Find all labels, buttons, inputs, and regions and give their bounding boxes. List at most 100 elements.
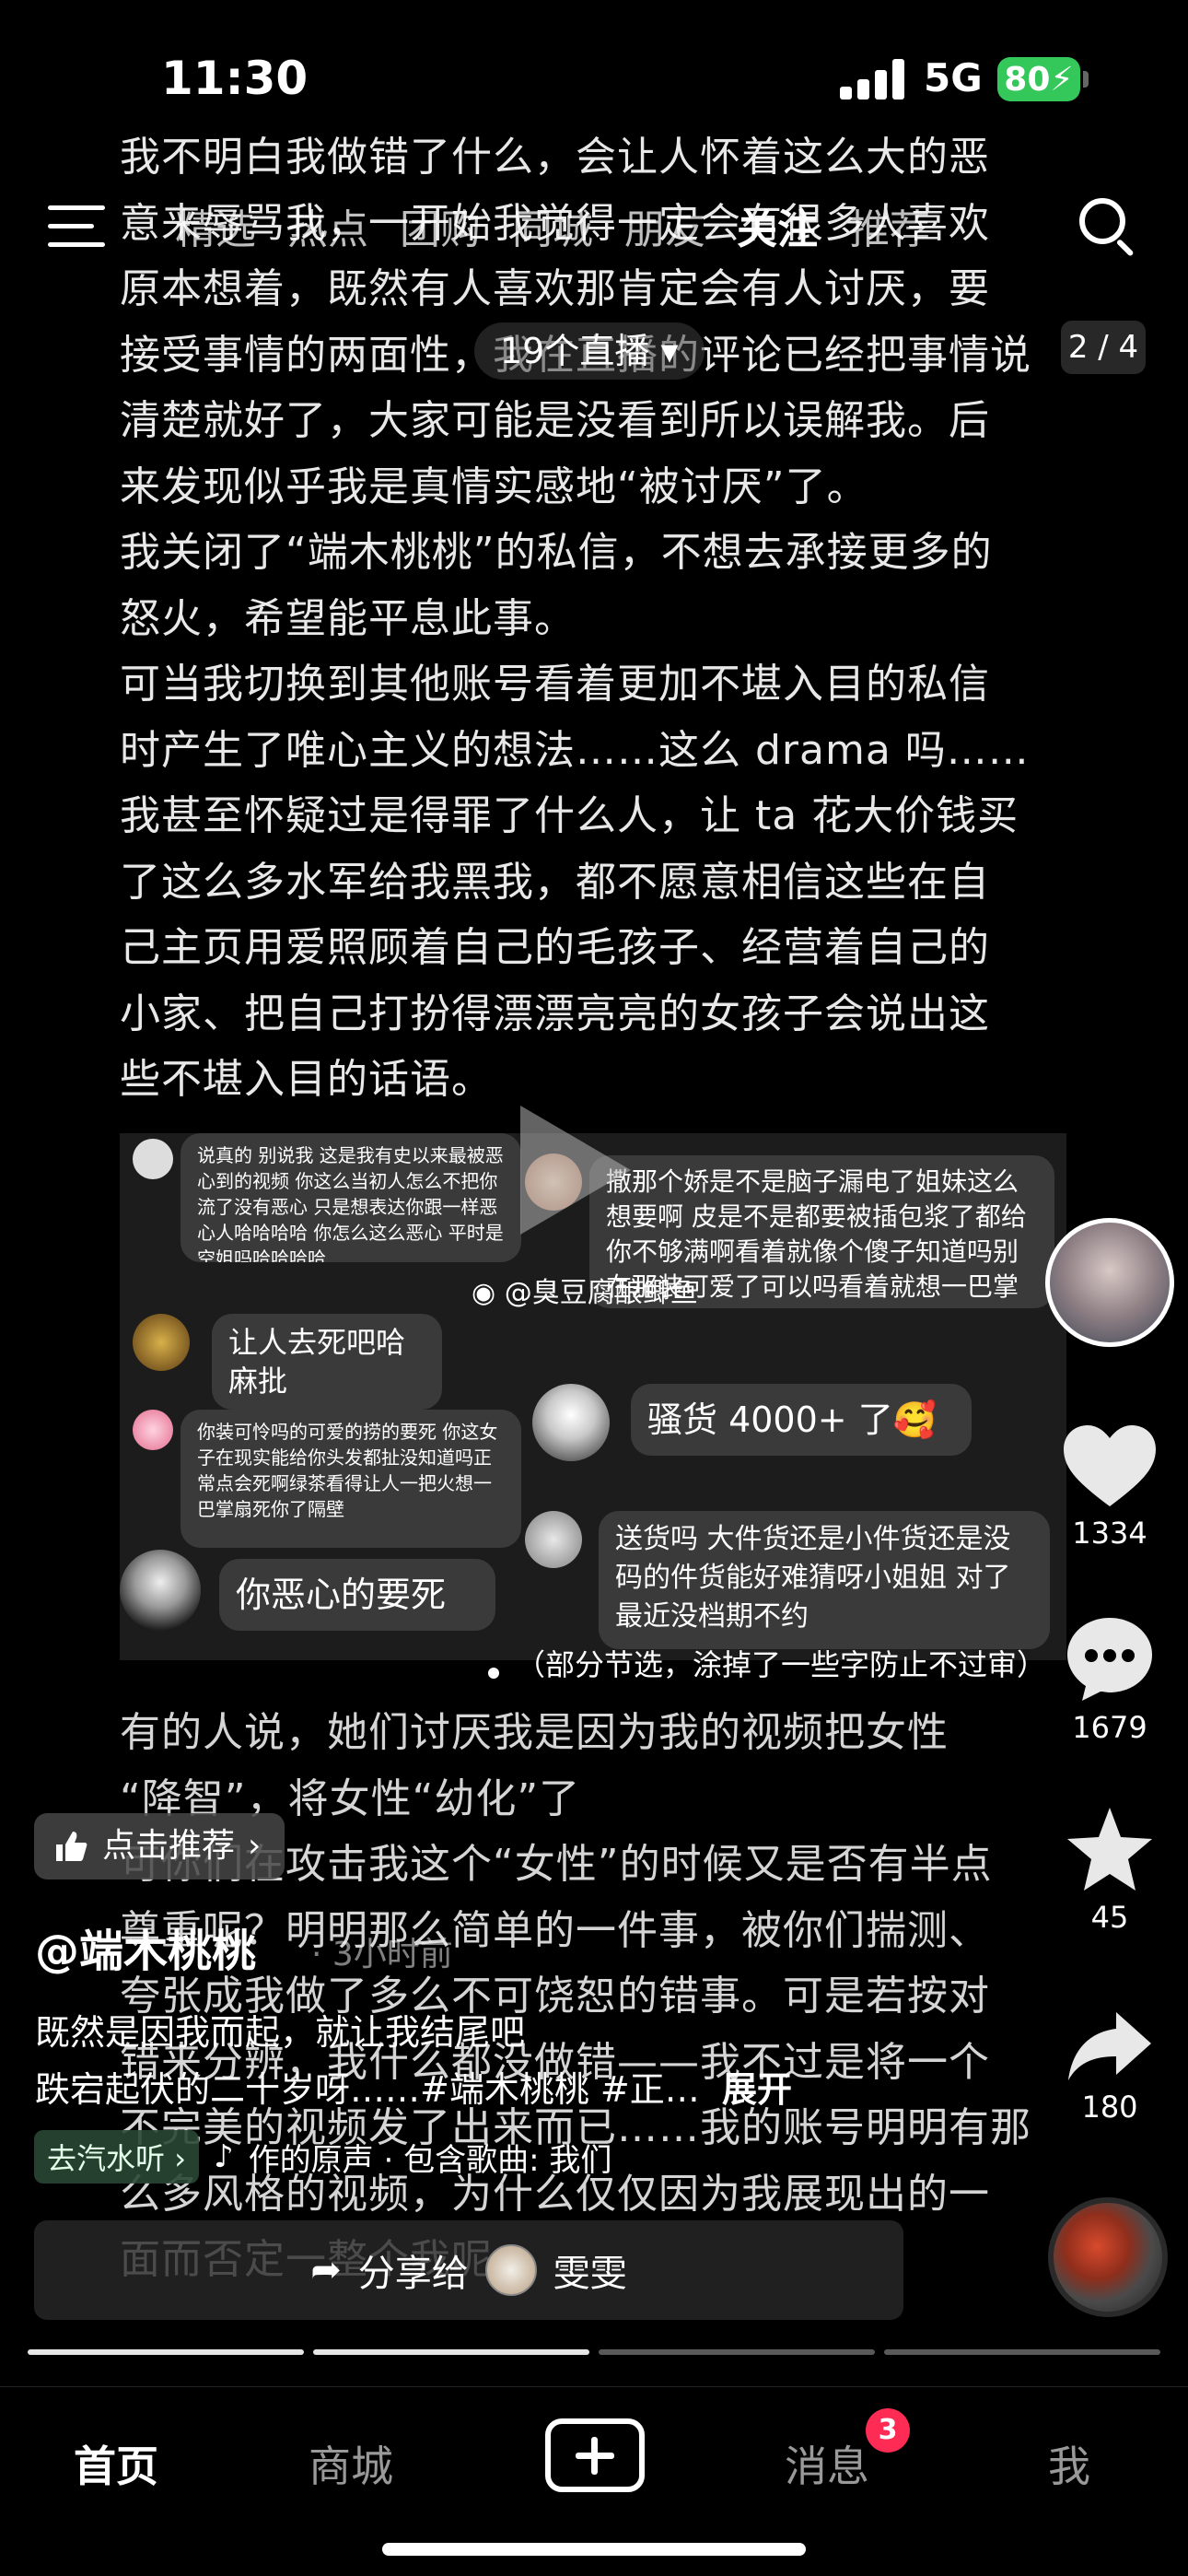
battery-cap: [1083, 71, 1089, 88]
weibo-icon: ◉: [472, 1277, 496, 1309]
commenter-avatar: [532, 1384, 610, 1461]
image-progress: [28, 2349, 1160, 2355]
commenter-avatar: [525, 1511, 582, 1568]
tab-5[interactable]: 关注: [737, 196, 818, 255]
network-type: 5G: [924, 55, 983, 100]
comment-icon: [1067, 1618, 1152, 1701]
tab-6[interactable]: 推荐: [849, 196, 930, 255]
progress-segment: [884, 2349, 1160, 2355]
commenter-avatar: [133, 1410, 173, 1450]
tab-3[interactable]: 同城: [512, 196, 593, 255]
post-article-top: 我不明白我做错了什么，会让人怀着这么大的恶 意来辱骂我，一开始我觉得一定会有很多人…: [120, 124, 1068, 1113]
comment-bubble: 说真的 别说我 这是我有史以来最被恶心到的视频 你这么当初人怎么不把你流了没有恶…: [181, 1133, 521, 1262]
share-prefix: 分享给: [357, 2253, 469, 2295]
caption-line: 既然是因我而起，就让我结尾吧: [35, 2012, 526, 2053]
search-icon[interactable]: [1079, 198, 1138, 257]
tab-messages[interactable]: 消息: [785, 2433, 869, 2494]
play-icon[interactable]: [520, 1106, 631, 1235]
share-to-friend-bar[interactable]: ➦ 分享给 雯雯: [34, 2220, 903, 2320]
create-plus-button[interactable]: [545, 2418, 645, 2492]
article-line: 己主页用爱照顾着自己的毛孩子、经营着自己的: [120, 924, 990, 971]
article-line: 了这么多水军给我黑我，都不愿意相信这些在自: [120, 858, 990, 906]
comment-bubble: 你恶心的要死: [219, 1559, 495, 1631]
tab-home[interactable]: 首页: [74, 2433, 158, 2494]
article-line: 些不堪入目的话语。: [120, 1056, 493, 1103]
article-line: 我关闭了“端木桃桃”的私信，不想去承接更多的: [120, 529, 993, 576]
status-bar: 11:30 5G 80 ⚡: [0, 0, 1188, 138]
live-count-pill[interactable]: 19个直播 ▾: [474, 322, 705, 380]
tab-1[interactable]: 热点: [287, 196, 368, 255]
live-count-label: 19个直播: [500, 331, 650, 371]
creator-avatar[interactable]: [1045, 1218, 1174, 1347]
favorite-count: 45: [1090, 1900, 1129, 1935]
recommend-label: 点击推荐: [102, 1827, 236, 1865]
progress-segment: [599, 2349, 875, 2355]
article-line: 我不明白我做错了什么，会让人怀着这么大的恶: [120, 134, 990, 181]
like-button[interactable]: 1334: [1050, 1423, 1170, 1551]
progress-segment: [28, 2349, 304, 2355]
article-line: 怒火，希望能平息此事。: [120, 594, 576, 642]
article-line: 清楚就好了，大家可能是没看到所以误解我。后: [120, 397, 990, 444]
share-count: 180: [1081, 2090, 1138, 2125]
menu-icon[interactable]: [48, 205, 105, 248]
friend-name: 雯雯: [553, 2253, 627, 2295]
caption-line: 跌宕起伏的二十岁呀……#端木桃桃 #正…: [35, 2069, 700, 2110]
music-app-tag[interactable]: 去汽水听 ›: [34, 2130, 199, 2184]
friend-avatar: [484, 2244, 537, 2296]
caption-dot: [488, 1668, 499, 1679]
page-indicator: 2 / 4: [1061, 321, 1146, 374]
tab-2[interactable]: 团购: [400, 196, 481, 255]
status-time: 11:30: [161, 52, 309, 105]
article-line: 原本想着，既然有人喜欢那肯定会有人讨厌，要: [120, 265, 990, 312]
home-indicator: [382, 2543, 806, 2556]
comment-button[interactable]: 1679: [1050, 1614, 1170, 1745]
heart-icon: [1064, 1425, 1156, 1506]
recommend-button[interactable]: 点击推荐 ›: [34, 1813, 285, 1879]
tab-4[interactable]: 朋友: [624, 196, 705, 255]
watermark-text: @臭豆腐酿鲫鱼: [504, 1277, 698, 1309]
chevron-right-icon: ›: [248, 1827, 262, 1865]
tab-me[interactable]: 我: [1048, 2433, 1090, 2494]
comment-bubble: 让人去死吧哈麻批: [212, 1314, 442, 1410]
tab-0[interactable]: 精选: [175, 196, 256, 255]
favorite-button[interactable]: 45: [1050, 1804, 1170, 1935]
expand-link[interactable]: 展开: [722, 2069, 792, 2110]
share-arrow-icon: ➦: [310, 2249, 342, 2291]
music-title: 作的原声 · 包含歌曲: 我们: [248, 2141, 612, 2179]
article-line: 来发现似乎我是真情实感地“被讨厌”了。: [120, 463, 868, 510]
comment-bubble: 骚货 4000+ 了🥰: [631, 1384, 972, 1456]
commenter-avatar: [133, 1314, 190, 1371]
battery-level: 80: [1004, 60, 1051, 99]
star-icon: [1067, 1808, 1152, 1891]
article-line: 有的人说，她们讨厌我是因为我的视频把女性: [120, 1709, 949, 1756]
music-note-icon: ♪: [213, 2138, 234, 2175]
share-arrow-icon: [1068, 2012, 1151, 2080]
commenter-avatar: [120, 1550, 201, 1631]
comment-bubble: 你装可怜吗的可爱的捞的要死 你这女子在现实能给你头发都扯没知道吗正常点会死啊绿茶…: [181, 1410, 521, 1548]
top-nav: 精选 热点 团购 同城 朋友 关注 推荐: [0, 189, 1188, 263]
signal-icon: [840, 59, 906, 100]
image-watermark: ◉ @臭豆腐酿鲫鱼: [472, 1270, 698, 1310]
share-button[interactable]: 180: [1050, 2008, 1170, 2125]
comment-bubble: 送货吗 大件货还是小件货还是没码的件货能好难猜呀小姐姐 对了最近没档期不约: [599, 1511, 1050, 1649]
music-row[interactable]: 去汽水听 › ♪ 作的原声 · 包含歌曲: 我们: [34, 2130, 611, 2184]
like-count: 1334: [1072, 1516, 1147, 1551]
article-line: 尊重呢？明明那么简单的一件事，被你们揣测、: [120, 1906, 990, 1954]
article-line: 我甚至怀疑过是得罪了什么人，让 ta 花大价钱买: [120, 792, 1019, 839]
article-line: 小家、把自己打扮得漂漂亮亮的女孩子会说出这: [120, 989, 990, 1037]
progress-segment: [313, 2349, 589, 2355]
tab-mall[interactable]: 商城: [309, 2433, 393, 2494]
battery-icon: 80 ⚡: [997, 57, 1080, 101]
article-line: 时产生了唯心主义的想法……这么 drama 吗……: [120, 726, 1030, 774]
thumbs-up-icon: [56, 1832, 87, 1861]
top-tabs: 精选 热点 团购 同城 朋友 关注 推荐: [175, 196, 930, 255]
music-disc[interactable]: [1048, 2197, 1168, 2317]
collage-caption: （部分节选，涂掉了一些字防止不过审）: [516, 1647, 1047, 1682]
post-article-bottom: 有的人说，她们讨厌我是因为我的视频把女性 “降智”，将女性“幼化”了 可你们在攻击我…: [120, 1700, 1068, 2293]
comment-count: 1679: [1072, 1710, 1147, 1745]
article-line: 可当我切换到其他账号看着更加不堪入目的私信: [120, 661, 990, 708]
message-badge: 3: [866, 2408, 910, 2453]
post-caption: 既然是因我而起，就让我结尾吧 跌宕起伏的二十岁呀……#端木桃桃 #正… 展开: [35, 2004, 956, 2118]
author-name[interactable]: @端木桃桃: [35, 1914, 256, 1979]
commenter-avatar: [133, 1139, 173, 1179]
